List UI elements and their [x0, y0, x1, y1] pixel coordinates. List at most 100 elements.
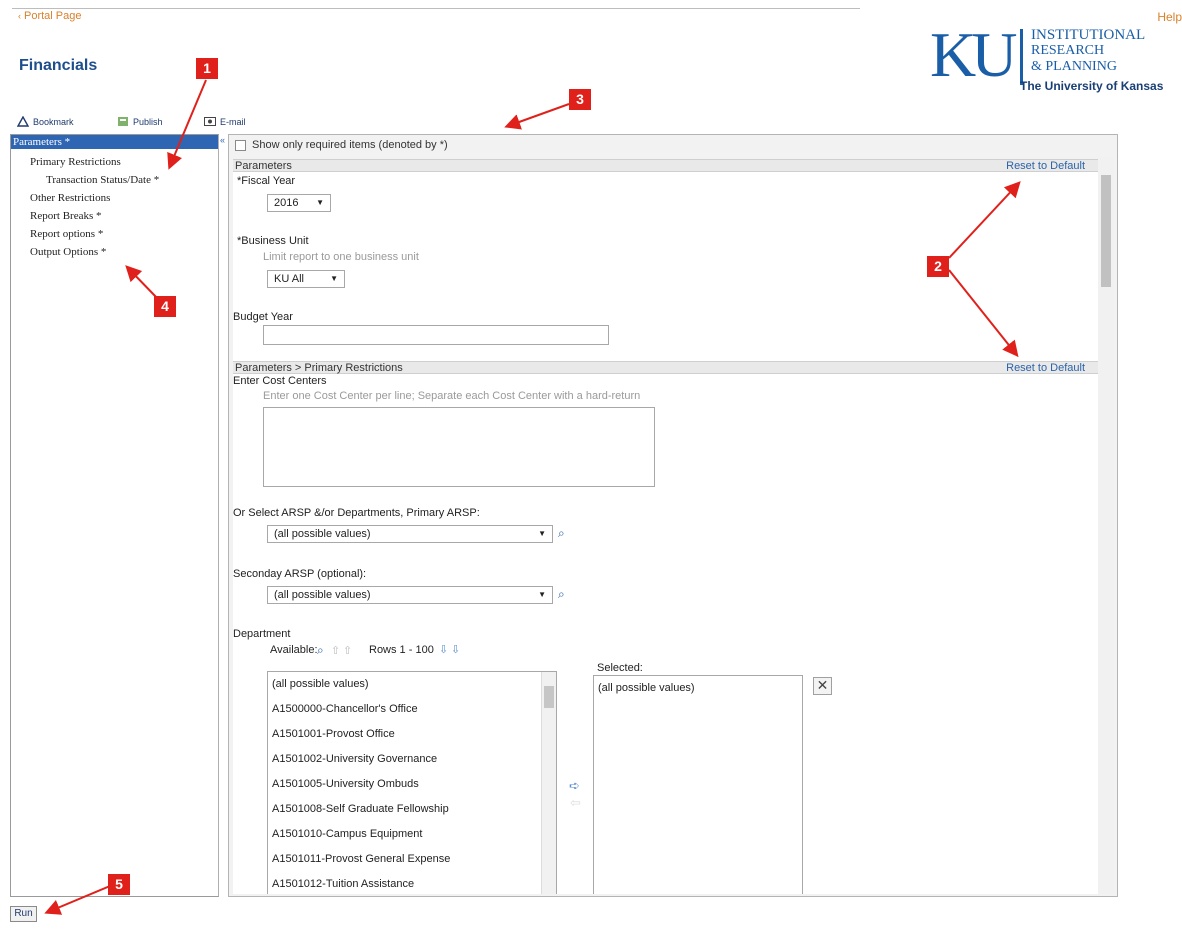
logo-mark: KU	[930, 19, 1017, 90]
list-item[interactable]: A1501011-Provost General Expense	[272, 853, 450, 865]
bookmark-icon	[17, 116, 29, 127]
nav-item-output-options[interactable]: Output Options *	[30, 246, 106, 258]
annotation-badge-4: 4	[154, 296, 176, 317]
chevron-down-icon: ▼	[316, 198, 324, 207]
primary-arsp-value: (all possible values)	[274, 528, 371, 540]
fiscal-year-label: *Fiscal Year	[237, 175, 296, 187]
business-unit-value: KU All	[274, 273, 304, 285]
publish-icon	[118, 117, 128, 126]
search-icon[interactable]: ⌕	[317, 643, 324, 658]
email-label: E-mail	[220, 116, 246, 127]
list-item[interactable]: A1501002-University Governance	[272, 753, 437, 765]
last-page-icon[interactable]: ⇩	[451, 643, 460, 656]
clear-selection-button[interactable]: ✕	[813, 677, 832, 695]
section-header-parameters: Parameters Reset to Default	[233, 159, 1099, 172]
annotation-badge-2: 2	[927, 256, 949, 277]
page-title: Financials	[19, 57, 98, 74]
list-item[interactable]: (all possible values)	[598, 682, 695, 694]
list-item[interactable]: A1501008-Self Graduate Fellowship	[272, 803, 449, 815]
scrollbar-thumb[interactable]	[1101, 175, 1111, 287]
cost-centers-hint: Enter one Cost Center per line; Separate…	[263, 390, 641, 402]
available-list-scrollbar[interactable]	[541, 672, 556, 894]
show-required-label: Show only required items (denoted by *)	[252, 139, 448, 151]
section-title-primary-restrictions: Parameters > Primary Restrictions	[235, 362, 403, 374]
annotation-badge-1: 1	[196, 58, 218, 79]
list-item[interactable]: A1501010-Campus Equipment	[272, 828, 422, 840]
available-label: Available:	[270, 644, 318, 656]
secondary-arsp-value: (all possible values)	[274, 589, 371, 601]
parameters-pane: Show only required items (denoted by *) …	[228, 134, 1118, 897]
logo-line-3: & PLANNING	[1031, 59, 1117, 74]
sort-icon[interactable]: ⇧	[343, 644, 352, 657]
next-page-icon[interactable]: ⇩	[439, 643, 448, 656]
collapse-nav-icon[interactable]: «	[220, 135, 225, 145]
list-item[interactable]: A1501012-Tuition Assistance	[272, 878, 414, 890]
list-item[interactable]: A1500000-Chancellor's Office	[272, 703, 418, 715]
cost-centers-label: Enter Cost Centers	[233, 375, 327, 387]
nav-item-report-breaks[interactable]: Report Breaks *	[30, 210, 101, 222]
section-title-parameters: Parameters	[235, 160, 292, 172]
search-icon[interactable]: ⌕	[558, 587, 565, 602]
top-divider	[12, 8, 860, 9]
move-left-icon[interactable]: ⇦	[570, 795, 581, 811]
filter-icon[interactable]: ⇧	[331, 644, 340, 657]
rows-range: Rows 1 - 100	[369, 644, 434, 656]
chevron-down-icon: ▼	[538, 529, 546, 538]
nav-item-primary-restrictions[interactable]: Primary Restrictions	[30, 156, 121, 168]
fiscal-year-select[interactable]: 2016 ▼	[267, 194, 331, 212]
budget-year-input[interactable]	[263, 325, 609, 345]
annotation-arrow-3	[504, 103, 570, 130]
list-item[interactable]: A1501005-University Ombuds	[272, 778, 419, 790]
chevron-down-icon: ▼	[330, 274, 338, 283]
nav-item-report-options[interactable]: Report options *	[30, 228, 103, 240]
budget-year-label: Budget Year	[233, 311, 293, 323]
logo-divider	[1020, 29, 1023, 85]
secondary-arsp-select[interactable]: (all possible values) ▼	[267, 586, 553, 604]
logo-university: The University of Kansas	[1020, 79, 1164, 93]
chevron-down-icon: ▼	[538, 590, 546, 599]
nav-item-transaction-status[interactable]: Transaction Status/Date *	[46, 174, 159, 186]
bookmark-label: Bookmark	[33, 116, 74, 127]
email-button[interactable]: E-mail	[204, 116, 246, 127]
reset-to-default-link-primary[interactable]: Reset to Default	[1006, 362, 1085, 374]
logo-line-1: INSTITUTIONAL	[1031, 27, 1146, 43]
section-header-primary-restrictions: Parameters > Primary Restrictions Reset …	[233, 361, 1099, 374]
left-nav: Parameters * Primary Restrictions Transa…	[10, 134, 219, 897]
publish-button[interactable]: Publish	[117, 116, 163, 127]
reset-to-default-link[interactable]: Reset to Default	[1006, 160, 1085, 172]
nav-item-parameters[interactable]: Parameters *	[11, 135, 218, 149]
bookmark-button[interactable]: Bookmark	[17, 116, 74, 127]
primary-arsp-select[interactable]: (all possible values) ▼	[267, 525, 553, 543]
email-icon	[204, 117, 216, 126]
nav-item-other-restrictions[interactable]: Other Restrictions	[30, 192, 110, 204]
scrollbar-thumb[interactable]	[544, 686, 554, 708]
help-link[interactable]: Help	[1157, 10, 1182, 24]
business-unit-label: *Business Unit	[237, 235, 309, 247]
logo-line-2: RESEARCH	[1031, 43, 1105, 58]
portal-page-label: Portal Page	[24, 10, 82, 22]
list-item[interactable]: (all possible values)	[272, 678, 369, 690]
move-right-icon[interactable]: ➪	[569, 778, 580, 794]
show-required-checkbox[interactable]	[235, 139, 246, 151]
main-scrollbar[interactable]	[1098, 157, 1114, 894]
annotation-badge-3: 3	[569, 89, 591, 110]
annotation-badge-5: 5	[108, 874, 130, 895]
list-item[interactable]: A1501001-Provost Office	[272, 728, 395, 740]
selected-list[interactable]: (all possible values)	[593, 675, 803, 894]
cost-centers-textarea[interactable]	[263, 407, 655, 487]
business-unit-hint: Limit report to one business unit	[263, 251, 419, 263]
run-button[interactable]: Run	[10, 906, 37, 922]
show-required-option[interactable]: Show only required items (denoted by *)	[235, 139, 448, 151]
department-label: Department	[233, 628, 291, 640]
ku-ipr-logo: KU INSTITUTIONAL RESEARCH & PLANNING The…	[930, 19, 1182, 95]
primary-arsp-label: Or Select ARSP &/or Departments, Primary…	[233, 507, 480, 519]
parameters-form: Parameters Reset to Default *Fiscal Year…	[233, 159, 1099, 894]
fiscal-year-value: 2016	[274, 197, 299, 209]
publish-label: Publish	[133, 116, 163, 127]
selected-label: Selected:	[597, 662, 643, 674]
secondary-arsp-label: Seconday ARSP (optional):	[233, 568, 367, 580]
business-unit-select[interactable]: KU All ▼	[267, 270, 345, 288]
search-icon[interactable]: ⌕	[558, 526, 565, 541]
portal-page-link[interactable]: ‹ Portal Page	[18, 10, 81, 22]
available-list[interactable]: (all possible values) A1500000-Chancello…	[267, 671, 557, 894]
